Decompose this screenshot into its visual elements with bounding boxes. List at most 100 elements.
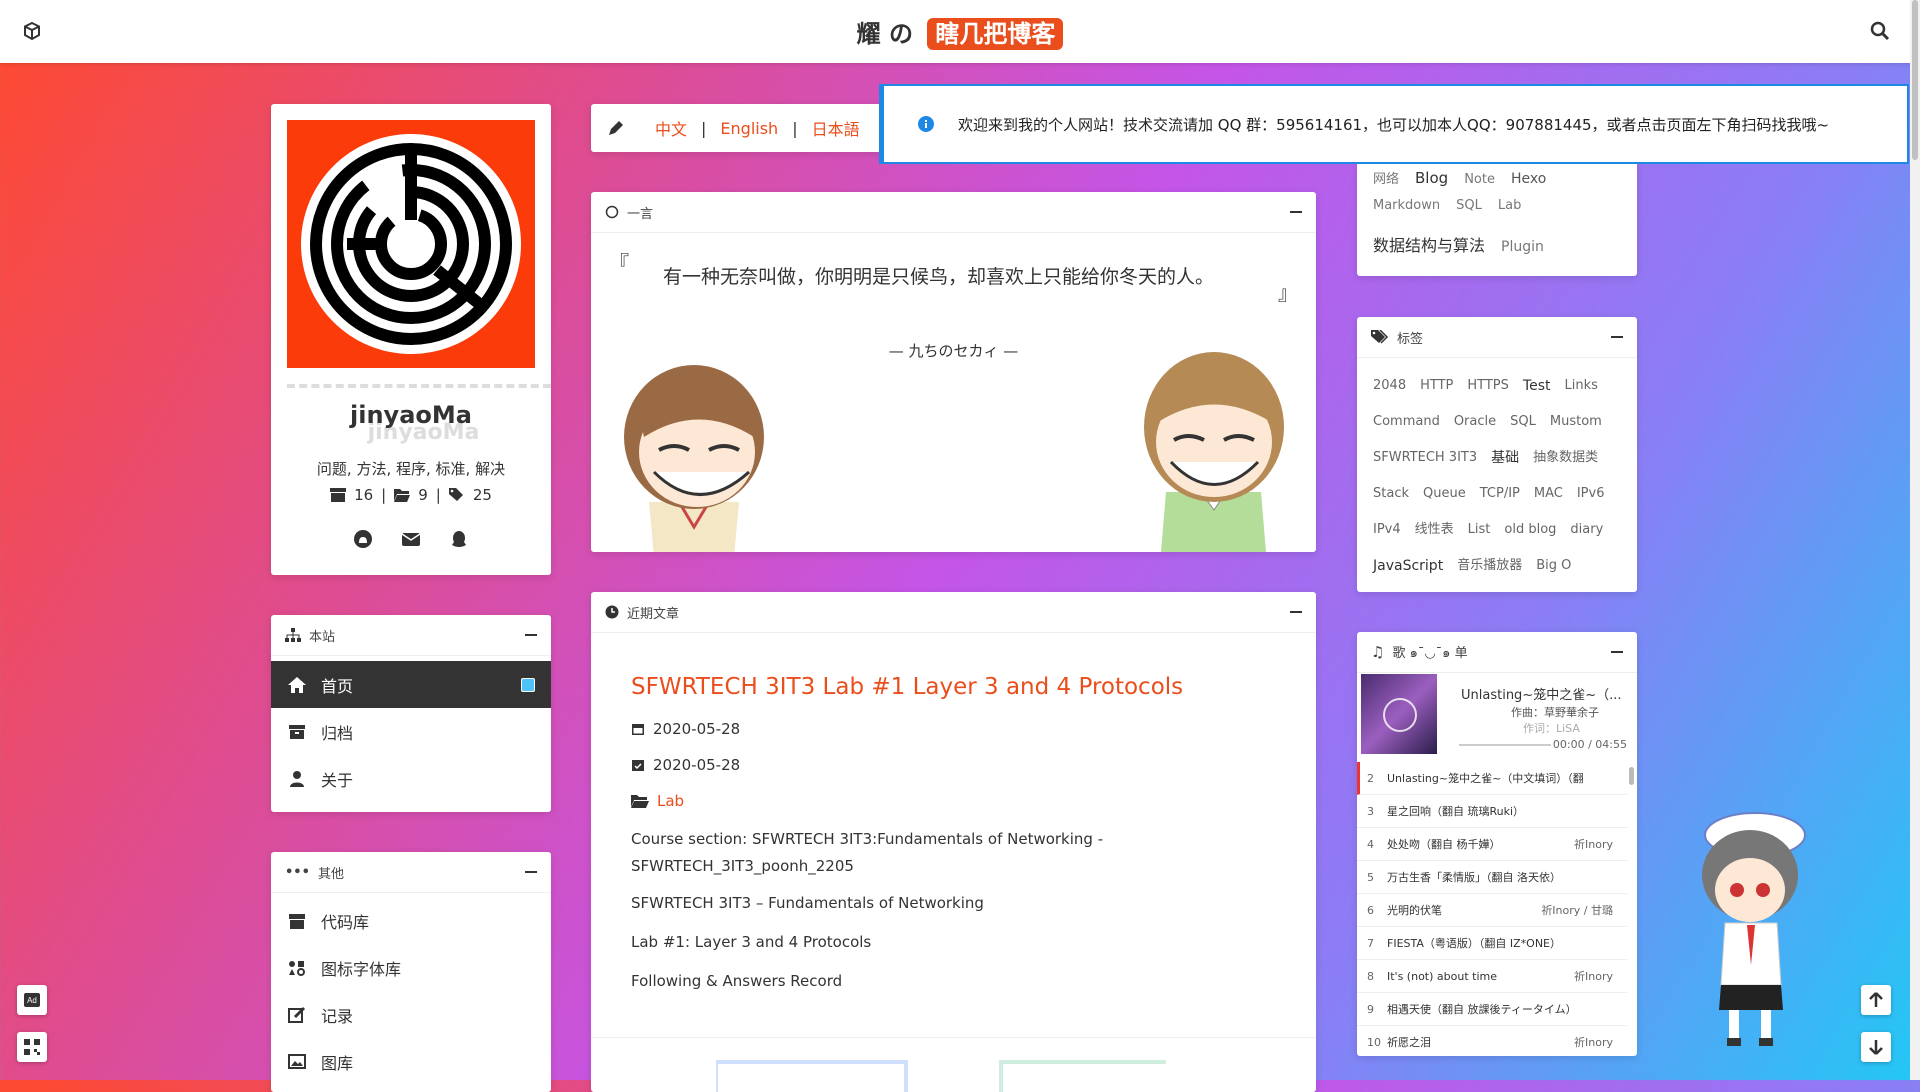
tags-title: 标签 [1397,331,1424,347]
category-link[interactable]: SQL [1456,198,1482,213]
categories-count[interactable]: 9 [418,486,428,504]
posts-count[interactable]: 16 [354,486,373,504]
language-switcher: 中文 | English | 日本語 [591,104,907,152]
lang-zh-link[interactable]: 中文 [655,116,687,140]
playlist-item[interactable]: 8 It's (not) about time 祈Inory [1357,960,1627,993]
svg-text:Ad: Ad [27,996,37,1005]
page-scrollbar[interactable] [1910,0,1920,1080]
playlist-item[interactable]: 2 Unlasting~笼中之雀~（中文填词）（翻 [1357,762,1627,795]
scroll-bottom-button[interactable] [1861,1032,1891,1062]
nav-item-gallery[interactable]: 图库 [271,1038,551,1085]
site-title-prefix: 耀 の [856,20,913,48]
mail-icon[interactable] [401,529,421,549]
minimize-icon[interactable] [1611,336,1623,338]
tag-link[interactable]: 基础 [1491,440,1519,476]
ad-toggle-button[interactable]: Ad [17,985,47,1015]
tag-link[interactable]: SFWRTECH 3IT3 [1373,440,1477,476]
tag-link[interactable]: Test [1523,368,1551,404]
tag-link[interactable]: List [1468,512,1491,548]
track-number: 4 [1367,837,1374,851]
tag-link[interactable]: 线性表 [1415,512,1454,548]
category-link[interactable]: Note [1464,172,1495,187]
category-link[interactable]: Lab [1498,198,1521,213]
tag-link[interactable]: 2048 [1373,368,1406,404]
minimize-icon[interactable] [1290,611,1302,613]
tag-link[interactable]: Queue [1423,476,1466,512]
tag-link[interactable]: HTTP [1420,368,1453,404]
tag-link[interactable]: TCP/IP [1480,476,1520,512]
track-title: Unlasting~笼中之雀~（中文填词）（翻 [1387,772,1584,785]
search-icon[interactable] [1870,21,1890,41]
nav-item-code-repo[interactable]: 代码库 [271,897,551,944]
nav-item-notes[interactable]: 记录 [271,991,551,1038]
playlist-item[interactable]: 6 光明的伏笔 祈Inory / 甘璐 [1357,894,1627,927]
minimize-icon[interactable] [1290,211,1302,213]
tag-link[interactable]: Oracle [1454,404,1496,440]
close-quote: 』 [1278,281,1298,305]
category-link[interactable]: Markdown [1373,198,1440,213]
tag-link[interactable]: Mustom [1550,404,1602,440]
tag-link[interactable]: Links [1564,368,1597,404]
other-links-card: ••• 其他 代码库 图标字体库 记录 图库 [271,852,551,1092]
category-link[interactable]: Hexo [1511,171,1546,187]
playlist-item[interactable]: 9 相遇天使（翻自 放課後ティータイム） [1357,993,1627,1026]
minimize-icon[interactable] [525,634,537,636]
tag-link[interactable]: SQL [1510,404,1536,440]
other-card-header: ••• 其他 [271,852,551,893]
divider [287,384,551,388]
tag-link[interactable]: old blog [1504,512,1556,548]
now-playing: Unlasting~笼中之雀~（... 作曲：草野華余子 作词：LiSA 00:… [1361,674,1637,758]
playlist-item[interactable]: 3 星之回响（翻自 琉璃Ruki） [1357,795,1627,828]
scroll-top-button[interactable] [1861,985,1891,1015]
nav-item-icon-font[interactable]: 图标字体库 [271,944,551,991]
playlist-item[interactable]: 7 FIESTA（粤语版）（翻自 IZ*ONE） [1357,927,1627,960]
nav-item-about[interactable]: 关于 [271,755,551,802]
tag-link[interactable]: Command [1373,404,1440,440]
home-icon [288,676,306,693]
tag-link[interactable]: JavaScript [1373,548,1443,584]
category-link[interactable]: 数据结构与算法 [1373,232,1485,256]
progress-bar[interactable] [1459,744,1551,746]
qrcode-button[interactable] [17,1032,47,1062]
tag-link[interactable]: Stack [1373,476,1409,512]
tag-link[interactable]: 音乐播放器 [1457,548,1522,584]
nav-item-archive[interactable]: 归档 [271,708,551,755]
hitokoto-title: 一言 [627,206,654,222]
nav-item-label: 图库 [321,1053,354,1073]
tag-link[interactable]: IPv6 [1577,476,1605,512]
playlist-item[interactable]: 10 祈愿之泪 祈Inory [1357,1026,1627,1056]
tags-count[interactable]: 25 [473,486,492,504]
category-link[interactable]: Blog [1415,169,1448,187]
lang-en-link[interactable]: English [720,119,778,138]
lang-ja-link[interactable]: 日本語 [812,116,860,140]
post-category-link[interactable]: Lab [657,792,684,810]
album-cover[interactable] [1361,674,1437,754]
minimize-icon[interactable] [525,871,537,873]
tag-link[interactable]: HTTPS [1467,368,1509,404]
minimize-icon[interactable] [1611,651,1623,653]
category-link[interactable]: 网络 [1373,168,1399,187]
scrollbar-thumb[interactable] [1912,0,1918,160]
tag-link[interactable]: diary [1570,512,1603,548]
tag-link[interactable]: 抽象数据类 [1533,440,1598,476]
playlist-item[interactable]: 5 万古生香「柔情版」（翻自 洛天依） [1357,861,1627,894]
active-indicator [521,677,535,692]
category-link[interactable]: Plugin [1501,239,1544,255]
anime-girl-right-illustration [1144,352,1284,552]
tag-link[interactable]: Big O [1536,548,1571,584]
github-icon[interactable] [353,529,373,549]
play-icon[interactable] [1383,698,1417,732]
anime-girl-left-illustration [624,365,764,552]
site-title[interactable]: 耀 の 瞎几把博客 [0,14,1920,50]
playlist-scrollbar[interactable] [1629,767,1634,785]
nav-item-label: 关于 [321,770,354,790]
welcome-notice[interactable]: 欢迎来到我的个人网站！技术交流请加 QQ 群：595614161，也可以加本人Q… [879,84,1909,164]
post-paragraph: Course section: SFWRTECH 3IT3:Fundamenta… [631,830,1104,875]
nav-item-home[interactable]: 首页 [271,661,551,708]
playlist-item[interactable]: 4 处处吻（翻自 杨千嬅） 祈Inory [1357,828,1627,861]
post-title-link[interactable]: SFWRTECH 3IT3 Lab #1 Layer 3 and 4 Proto… [631,674,1183,700]
tag-link[interactable]: MAC [1534,476,1563,512]
tag-link[interactable]: IPv4 [1373,512,1401,548]
mascot-character[interactable] [1685,805,1815,1050]
qq-icon[interactable] [449,529,469,549]
